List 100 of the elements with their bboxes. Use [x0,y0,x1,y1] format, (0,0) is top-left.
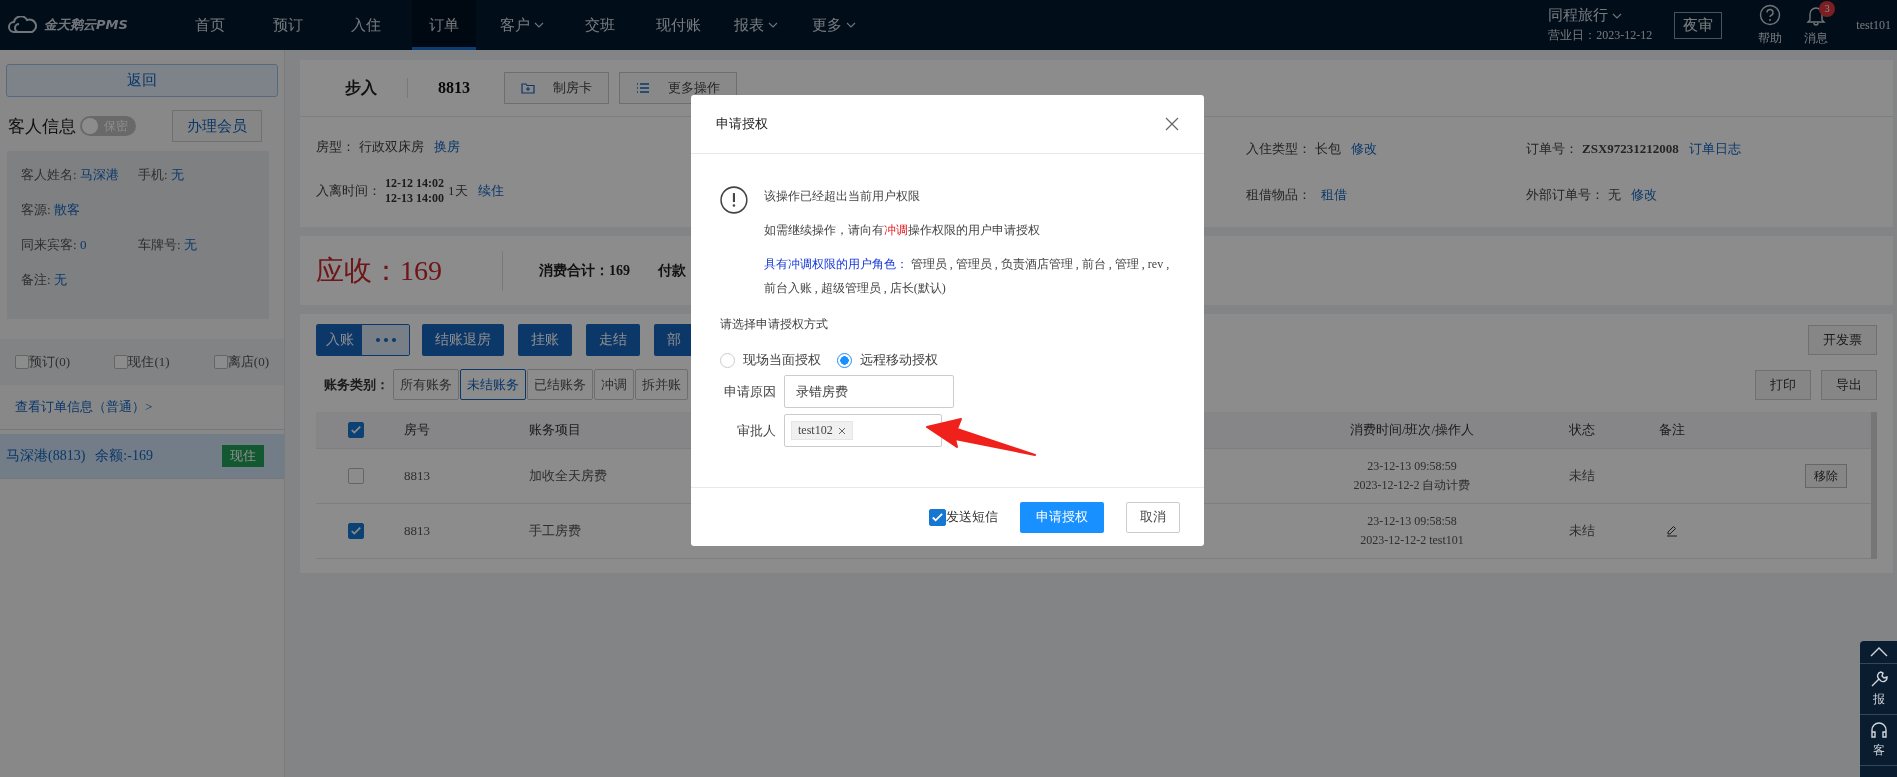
wrench-icon[interactable] [1869,670,1888,688]
approver-label: 审批人 [736,421,776,440]
bill-filter-tab[interactable]: 冲调 [594,369,634,400]
instruction-message: 如需继续操作，请向有冲调操作权限的用户申请授权 [763,222,1041,239]
submit-button[interactable]: 申请授权 [1020,501,1104,533]
check-icon [931,510,944,524]
remove-tag-icon[interactable] [837,426,846,435]
cancel-button[interactable]: 取消 [1126,501,1180,533]
bill-action-button[interactable]: 部 [654,324,694,356]
status-filter[interactable]: 现住(1) [114,353,170,371]
bill-filter-tab[interactable]: 所有账务 [393,369,459,400]
field-link[interactable]: 续住 [477,182,504,200]
post-charge-split-button[interactable]: 入账 [316,324,410,356]
guest-list-item[interactable]: 马深港(8813) 余额:-169 现住 [0,434,284,479]
invoice-button[interactable]: 开发票 [1808,325,1877,355]
status-filter[interactable]: 离店(0) [213,353,269,371]
help-icon[interactable] [1759,3,1782,26]
guest-balance: 余额:-169 [95,447,153,465]
nav-tab[interactable]: 报表 [724,0,788,50]
check-icon [350,525,362,537]
method-prompt: 请选择申请授权方式 [720,316,829,333]
table-cell-text: 8813 [403,468,430,484]
edit-icon[interactable] [1666,525,1678,537]
guest-field: 客人姓名: 马深港 [21,165,138,184]
nav-tab[interactable]: 预订 [256,0,320,50]
back-to-top-icon[interactable] [1869,647,1888,657]
user-name[interactable]: test101 [1856,17,1891,33]
table-cell: 未结 [1569,467,1595,485]
field-label: 外部订单号： [1526,186,1604,204]
column-header: 账务项目 [528,421,581,439]
list-icon [636,82,650,94]
status-filter[interactable]: 预订(0) [15,353,71,371]
nav-tab[interactable]: 订单 [412,0,476,50]
nav-tab[interactable]: 入住 [334,0,398,50]
column-header: 消费时间/班次/操作人 [1349,421,1475,439]
remove-button[interactable]: 移除 [1805,464,1847,488]
consumption-total: 消费合计：169 [539,261,630,280]
bill-filter-tab[interactable]: 未结账务 [460,369,526,400]
section-title: 客人信息 [8,115,76,138]
field-value: ZSX97231212008 [1582,141,1679,157]
field-value: 行政双床房 [359,138,424,156]
send-sms-checkbox[interactable]: 发送短信 [929,508,998,526]
guest-field: 客源: 散客 [21,200,139,219]
toolbar-label[interactable]: 报 [1872,691,1885,708]
row-checkbox[interactable] [348,523,364,539]
close-icon[interactable] [1165,117,1179,131]
column-header: 房号 [403,421,430,439]
bill-action-button[interactable]: 挂账 [518,324,572,356]
nav-tab[interactable]: 现付账 [646,0,710,50]
field-label: 入离时间： [316,182,381,200]
field-label: 房型： [316,138,355,156]
bill-action-button[interactable]: 走结 [586,324,640,356]
auth-method-radio[interactable]: 现场当面授权 [720,351,821,369]
reason-label: 申请原因 [723,382,776,401]
approver-select[interactable]: test102 [784,414,942,447]
toolbar-label[interactable]: 客 [1872,742,1885,759]
field-link[interactable]: 订单日志 [1688,140,1741,158]
reason-input[interactable]: 录错房费 [784,375,954,408]
table-tool-button[interactable]: 导出 [1821,369,1877,400]
headset-icon[interactable] [1869,721,1888,739]
nav-tab[interactable]: 客户 [490,0,554,50]
guest-field: 同来宾客: 0 [21,235,138,254]
field-value: 长包 [1315,140,1341,158]
approver-tag: test102 [791,421,853,440]
make-key-card-button[interactable]: 制房卡 [504,72,609,104]
chevron-down-icon [846,22,856,28]
guest-field: 车牌号: 无 [138,235,255,254]
row-checkbox[interactable] [348,468,364,484]
field-link[interactable]: 换房 [434,138,460,156]
chevron-down-icon [534,22,544,28]
field-link[interactable]: 修改 [1351,140,1377,158]
bill-action-button[interactable]: 结账退房 [422,324,504,356]
back-button[interactable]: 返回 [6,64,278,97]
warning-message: 该操作已经超出当前用户权限 [763,188,921,205]
hotel-selector[interactable]: 同程旅行 [1548,6,1653,25]
status-tag: 现住 [222,445,264,467]
table-cell: 未结 [1569,522,1595,540]
table-cell-text: 23-12-13 09:58:58 2023-12-12-2 test101 [1360,513,1464,549]
table-cell-text: 8813 [403,523,430,539]
nav-tab[interactable]: 交班 [568,0,632,50]
table-tool-button[interactable]: 打印 [1755,369,1811,400]
column-header: 备注 [1659,421,1685,439]
payment-total-label: 付款 [658,261,686,280]
room-number: 8813 [438,79,470,97]
field-link[interactable]: 租借 [1321,186,1347,204]
table-cell-text: 23-12-13 09:58:59 2023-12-12-2 自动计费 [1353,458,1471,494]
night-audit-button[interactable]: 夜审 [1674,11,1723,39]
select-all-checkbox[interactable] [348,422,364,438]
nav-tab[interactable]: 更多 [802,0,866,50]
nav-tab[interactable]: 首页 [178,0,242,50]
help-label: 帮助 [1758,29,1783,47]
membership-button[interactable]: 办理会员 [172,110,262,142]
bill-filter-tab[interactable]: 已结账务 [527,369,593,400]
field-link[interactable]: 修改 [1631,186,1657,204]
bill-filter-tab[interactable]: 拆并账 [635,369,688,400]
auth-method-radio[interactable]: 远程移动授权 [837,351,938,369]
more-actions-button[interactable]: 更多操作 [619,72,737,104]
order-info-link[interactable]: 查看订单信息（普通）> [0,385,284,430]
more-icon[interactable] [374,337,397,343]
business-date: 营业日：2023-12-12 [1548,27,1653,44]
